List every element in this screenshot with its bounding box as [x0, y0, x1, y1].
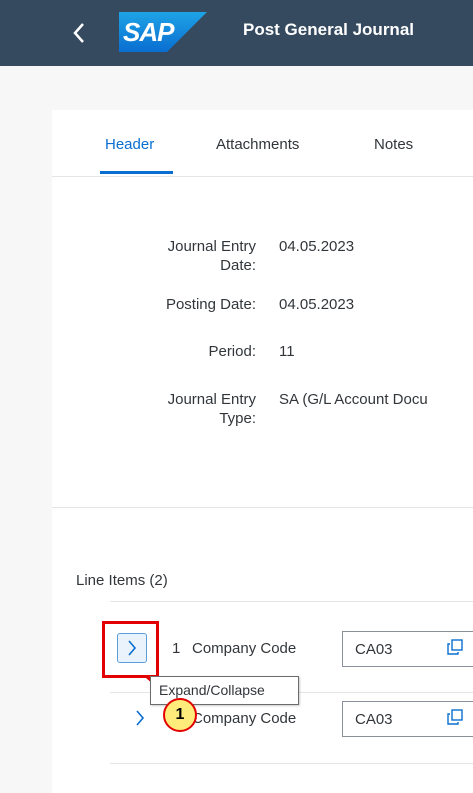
value-help-icon[interactable]: [447, 639, 463, 660]
tab-header[interactable]: Header: [105, 136, 154, 153]
row-2-company-code-label: Company Code: [192, 710, 297, 727]
chevron-left-icon: [73, 23, 84, 43]
company-code-input-row-1[interactable]: CA03: [342, 631, 473, 667]
row-divider: [110, 763, 473, 764]
journal-entry-type-label: Journal Entry Type:: [167, 391, 256, 427]
line-items-title: Line Items (2): [76, 572, 168, 589]
row-1-number: 1: [172, 640, 181, 657]
back-button[interactable]: [62, 15, 96, 51]
posting-date-label: Posting Date:: [165, 296, 256, 313]
shell-bar: SAP Post General Journal: [0, 0, 473, 66]
journal-entry-date-label: Journal Entry Date:: [167, 238, 256, 274]
period-label: Period:: [208, 343, 256, 360]
company-code-value: CA03: [355, 711, 393, 728]
journal-entry-type-value: SA (G/L Account Docu: [279, 391, 428, 408]
journal-entry-date-value: 04.05.2023: [279, 238, 355, 255]
tab-notes[interactable]: Notes: [374, 136, 413, 153]
app-title: Post General Journal: [243, 20, 414, 39]
posting-date-value: 04.05.2023: [279, 296, 355, 313]
value-help-icon[interactable]: [447, 709, 463, 730]
chevron-right-icon: [136, 710, 145, 726]
period-value: 11: [279, 343, 295, 360]
sap-logo: SAP: [119, 12, 207, 52]
company-code-input-row-2[interactable]: CA03: [342, 701, 473, 737]
company-code-value: CA03: [355, 641, 393, 658]
row-divider: [110, 601, 473, 602]
tab-attachments[interactable]: Attachments: [216, 136, 299, 153]
step-badge: 1: [163, 698, 197, 732]
row-1-company-code-label: Company Code: [192, 640, 297, 657]
sap-logo-text: SAP: [123, 17, 174, 47]
section-divider: [52, 507, 473, 508]
active-tab-indicator: [100, 171, 173, 174]
